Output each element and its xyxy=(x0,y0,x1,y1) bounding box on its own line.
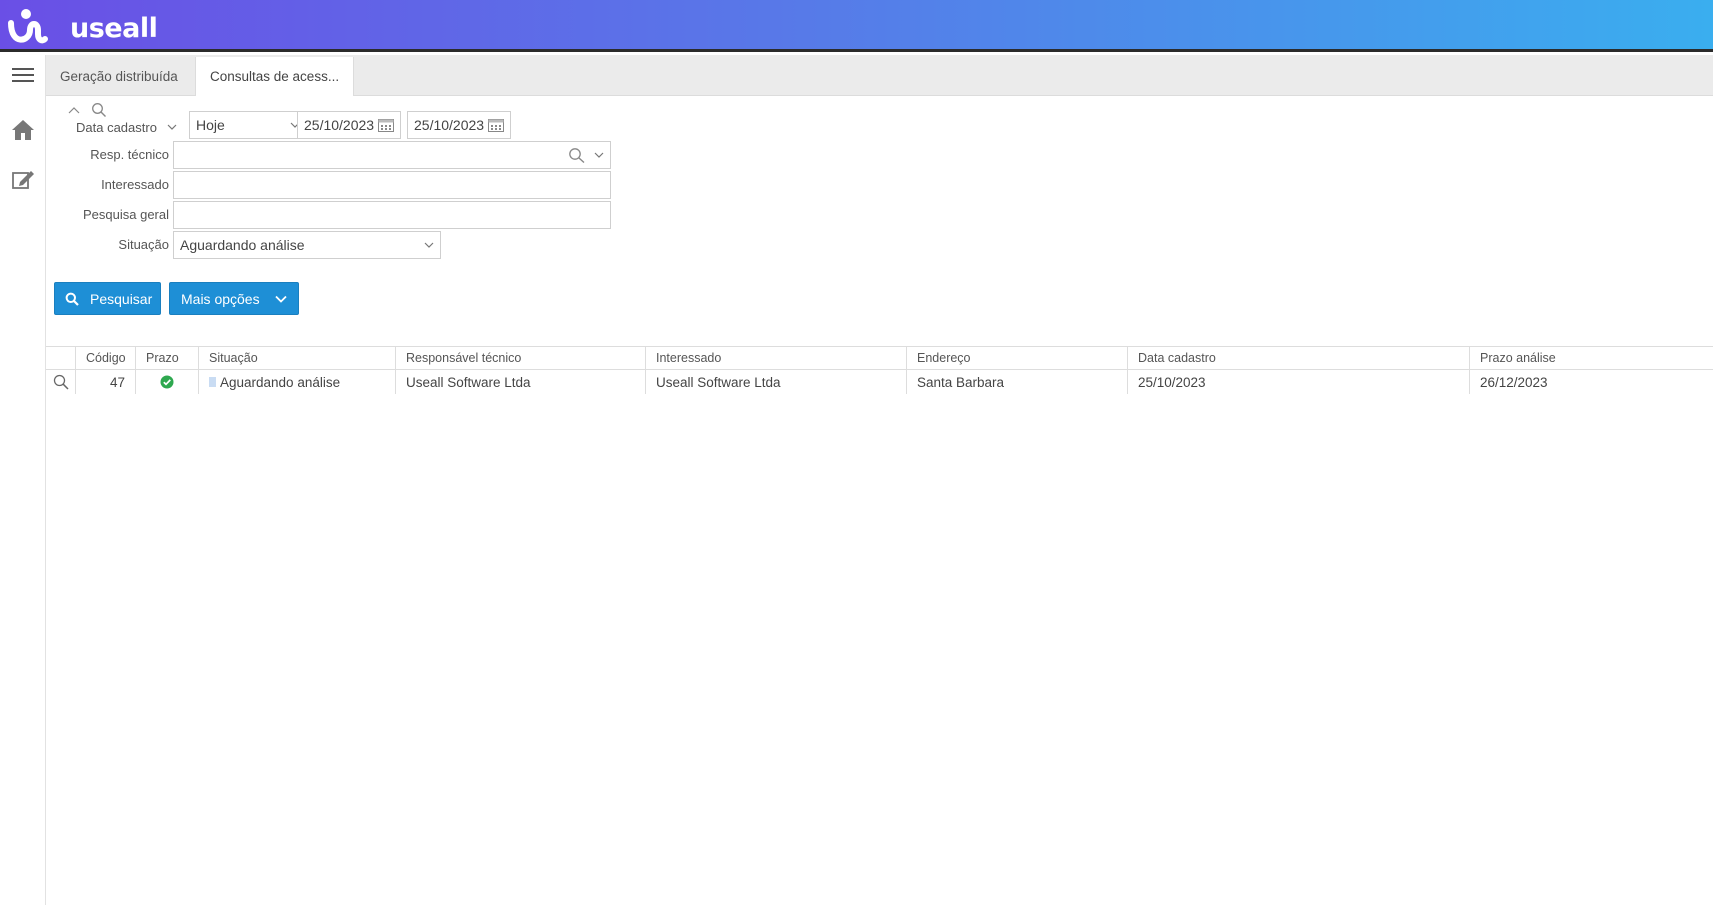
home-button[interactable] xyxy=(0,110,46,150)
pesquisa-geral-label: Pesquisa geral xyxy=(83,207,169,222)
situacao-select[interactable]: Aguardando análise xyxy=(173,231,441,259)
calendar-icon[interactable] xyxy=(378,112,394,138)
header-responsavel-tecnico[interactable]: Responsável técnico xyxy=(395,347,645,369)
interessado-input[interactable] xyxy=(173,171,611,199)
cell-prazo xyxy=(135,370,198,394)
date-to-input[interactable]: 25/10/2023 xyxy=(407,111,511,139)
header-actions xyxy=(46,347,75,369)
pesquisar-button[interactable]: Pesquisar xyxy=(54,282,161,315)
search-icon[interactable] xyxy=(568,147,586,163)
cell-endereco: Santa Barbara xyxy=(906,370,1127,394)
chevron-down-icon xyxy=(167,124,177,130)
date-from-input[interactable]: 25/10/2023 xyxy=(297,111,401,139)
header-interessado[interactable]: Interessado xyxy=(645,347,906,369)
check-circle-icon xyxy=(160,375,174,389)
search-icon xyxy=(65,292,79,306)
top-bar: useall xyxy=(0,0,1713,52)
interessado-label: Interessado xyxy=(101,177,169,192)
table-row[interactable]: 47 Aguardando análise Useall Software Lt… xyxy=(46,370,1713,394)
filter-search-icon[interactable] xyxy=(91,102,107,118)
menu-button[interactable] xyxy=(0,55,46,95)
row-view-button[interactable] xyxy=(46,370,75,394)
chevron-down-icon xyxy=(274,295,287,303)
cell-situacao: Aguardando análise xyxy=(198,370,395,394)
data-cadastro-label: Data cadastro xyxy=(76,119,157,135)
pesquisa-geral-input[interactable] xyxy=(173,201,611,229)
cell-prazo-analise: 26/12/2023 xyxy=(1469,370,1713,394)
tab-label: Consultas de acess... xyxy=(210,69,340,84)
resp-tecnico-input[interactable] xyxy=(173,141,611,169)
hamburger-menu-icon xyxy=(12,68,34,82)
period-select[interactable]: Hoje xyxy=(189,111,307,139)
magnifier-icon xyxy=(53,374,69,390)
useall-logo-icon xyxy=(8,8,48,44)
situacao-text: Aguardando análise xyxy=(220,374,341,390)
header-endereco[interactable]: Endereço xyxy=(906,347,1127,369)
cell-codigo: 47 xyxy=(75,370,135,394)
header-situacao[interactable]: Situação xyxy=(198,347,395,369)
mais-opcoes-label: Mais opções xyxy=(181,290,260,307)
resp-tecnico-actions xyxy=(568,142,604,168)
chevron-down-icon xyxy=(424,232,434,258)
tab-bar: Geração distribuída Consultas de acess..… xyxy=(46,55,1713,96)
situacao-marker xyxy=(209,377,216,387)
cell-data-cadastro: 25/10/2023 xyxy=(1127,370,1469,394)
situacao-label: Situação xyxy=(118,237,169,252)
table-header: Código Prazo Situação Responsável técnic… xyxy=(46,346,1713,370)
pesquisar-label: Pesquisar xyxy=(90,290,153,307)
period-value: Hoje xyxy=(196,117,225,133)
date-from-value: 25/10/2023 xyxy=(304,117,375,133)
resp-tecnico-label: Resp. técnico xyxy=(90,147,169,162)
cell-interessado: Useall Software Ltda xyxy=(645,370,906,394)
tab-consultas[interactable]: Consultas de acess... xyxy=(195,57,355,96)
situacao-value: Aguardando análise xyxy=(180,237,305,253)
collapse-chevron-up-icon[interactable] xyxy=(68,106,80,114)
tab-geracao-distribuida[interactable]: Geração distribuída xyxy=(46,57,192,96)
header-codigo[interactable]: Código xyxy=(75,347,135,369)
chevron-down-icon[interactable] xyxy=(594,152,604,158)
header-prazo-analise[interactable]: Prazo análise xyxy=(1469,347,1713,369)
logo-text: useall xyxy=(70,12,158,44)
cell-responsavel: Useall Software Ltda xyxy=(395,370,645,394)
mais-opcoes-button[interactable]: Mais opções xyxy=(169,282,299,315)
calendar-icon[interactable] xyxy=(488,112,504,138)
home-icon xyxy=(12,120,34,140)
app-logo[interactable]: useall xyxy=(8,8,158,44)
date-to-value: 25/10/2023 xyxy=(414,117,485,133)
data-cadastro-selector[interactable]: Data cadastro xyxy=(76,118,177,136)
tab-label: Geração distribuída xyxy=(60,69,178,84)
header-prazo[interactable]: Prazo xyxy=(135,347,198,369)
header-data-cadastro[interactable]: Data cadastro xyxy=(1127,347,1469,369)
